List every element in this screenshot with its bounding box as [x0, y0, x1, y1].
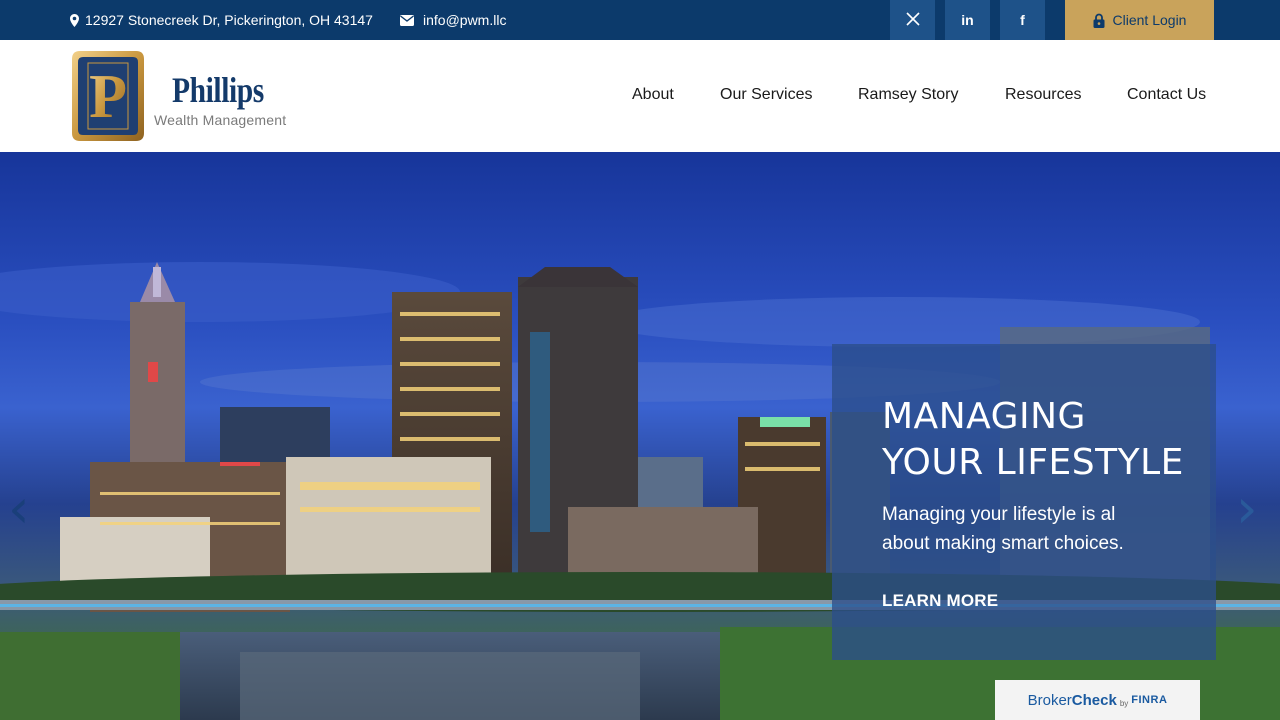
logo-name: Phillips — [172, 69, 264, 110]
nav-contact-us[interactable]: Contact Us — [1127, 86, 1206, 104]
client-login-label: Client Login — [1112, 12, 1187, 28]
next-slide-arrow[interactable]: › — [1236, 482, 1258, 536]
brokercheck-badge[interactable]: Broker Check by FINRA — [995, 680, 1200, 720]
slide-description-line2: about making smart choices. — [882, 533, 1124, 554]
facebook-button[interactable]: f — [1000, 0, 1045, 40]
logo[interactable]: P Phillips Wealth Management — [70, 49, 286, 148]
site-header: P Phillips Wealth Management About Our S… — [0, 40, 1280, 152]
linkedin-button[interactable]: in — [945, 0, 990, 40]
x-twitter-icon — [905, 11, 920, 29]
email-text: info@pwm.llc — [423, 12, 507, 28]
learn-more-link[interactable]: LEARN MORE — [882, 591, 998, 611]
facebook-icon: f — [1020, 12, 1025, 28]
nav-our-services[interactable]: Our Services — [720, 86, 812, 104]
logo-monogram-icon: P — [70, 49, 146, 148]
slide-description: Managing your lifestyle is al about maki… — [882, 500, 1152, 558]
address-text: 12927 Stonecreek Dr, Pickerington, OH 43… — [85, 12, 373, 28]
prev-slide-arrow[interactable]: ‹ — [8, 482, 30, 536]
brokercheck-broker-text: Broker — [1027, 691, 1072, 709]
x-twitter-button[interactable] — [890, 0, 935, 40]
map-pin-icon — [70, 13, 79, 27]
finra-text: FINRA — [1131, 694, 1168, 706]
logo-monogram: P — [89, 63, 127, 131]
top-bar: 12927 Stonecreek Dr, Pickerington, OH 43… — [0, 0, 1280, 40]
lock-icon — [1093, 13, 1105, 28]
slide-caption-box: MANAGING YOUR LIFESTYLE Managing your li… — [832, 344, 1216, 660]
logo-subtitle: Wealth Management — [154, 111, 287, 128]
linkedin-icon: in — [961, 12, 974, 28]
nav-resources[interactable]: Resources — [1005, 86, 1081, 104]
envelope-icon — [400, 14, 414, 26]
client-login-button[interactable]: Client Login — [1065, 0, 1214, 40]
slide-title-line1: MANAGING — [882, 396, 1086, 437]
brokercheck-check-text: Check — [1071, 691, 1117, 709]
hero-slider: ‹ › MANAGING YOUR LIFESTYLE Managing you… — [0, 152, 1280, 720]
nav-about[interactable]: About — [632, 86, 674, 104]
email-link[interactable]: info@pwm.llc — [400, 0, 506, 40]
brokercheck-by-text: by — [1119, 699, 1129, 708]
address[interactable]: 12927 Stonecreek Dr, Pickerington, OH 43… — [70, 0, 373, 40]
slide-title-line2: YOUR LIFESTYLE — [882, 442, 1184, 483]
slide-title: MANAGING YOUR LIFESTYLE — [882, 394, 1202, 486]
slide-description-line1: Managing your lifestyle is al — [882, 504, 1116, 525]
nav-ramsey-story[interactable]: Ramsey Story — [858, 86, 958, 104]
